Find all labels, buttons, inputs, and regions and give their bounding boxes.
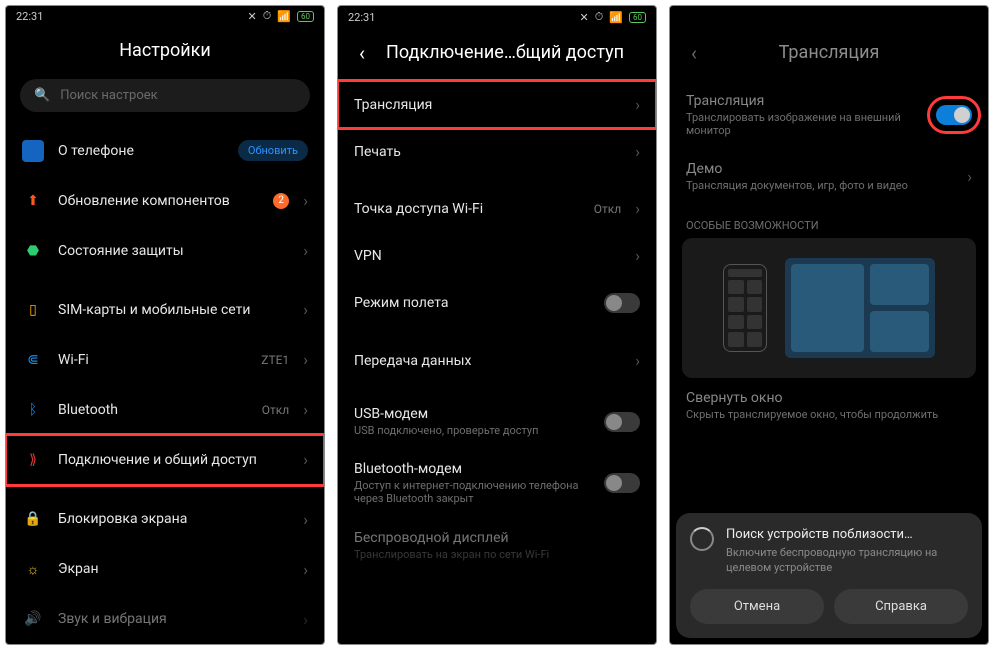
dnd-icon: ✕ [247,10,256,23]
alarm-icon: ⏱ [263,9,272,23]
page-title: Настройки [119,40,211,61]
header: Настройки [6,26,324,79]
illustration-screen-icon [785,258,935,358]
row-sim[interactable]: ▯ SIM-карты и мобильные сети › [6,285,324,335]
wifi-icon: ⋐ [22,349,44,371]
lock-icon: 🔒 [22,508,44,530]
chevron-right-icon: › [967,167,972,186]
row-demo[interactable]: Демо Трансляция документов, игр, фото и … [670,149,988,204]
bt-value: Откл [262,403,289,417]
row-minimize-window[interactable]: Свернуть окно Скрыть транслируемое окно,… [670,378,988,433]
row-print[interactable]: Печать › [338,128,656,175]
search-devices-dialog: Поиск устройств поблизости… Включите бес… [676,513,982,638]
row-wifi[interactable]: ⋐ Wi-Fi ZTE1 › [6,335,324,385]
screen-cast: ‹ Трансляция Трансляция Транслировать из… [669,5,989,645]
signal-icon: 📶 [609,11,623,24]
row-data-transfer[interactable]: Передача данных › [338,337,656,384]
chevron-right-icon: › [303,510,308,529]
chevron-right-icon: › [303,450,308,469]
header: ‹ Трансляция [670,28,988,81]
page-title: Подключение…бщий доступ [386,42,624,63]
screen-connection-sharing: 22:31 ✕ ⏱ 📶 60 ‹ Подключение…бщий доступ… [337,5,657,645]
hotspot-value: Откл [594,202,621,216]
row-wireless-display[interactable]: Беспроводной дисплей Транслировать на эк… [338,518,656,573]
chevron-right-icon: › [635,199,640,218]
search-placeholder: Поиск настроек [60,88,158,103]
battery-icon: 60 [629,12,646,23]
dialog-subtitle: Включите беспроводную трансляцию на целе… [726,546,968,575]
cast-illustration [682,238,976,378]
share-icon: ⟫ [22,449,44,471]
page-title: Трансляция [779,42,880,63]
shield-icon: ⬣ [22,240,44,262]
row-usb-modem[interactable]: USB-модем USB подключено, проверьте дост… [338,394,656,449]
alarm-icon: ⏱ [595,10,604,24]
search-icon: 🔍 [34,88,50,103]
illustration-phone-icon [723,264,767,352]
row-bt-modem[interactable]: Bluetooth-модем Доступ к интернет-подклю… [338,449,656,517]
row-cast-toggle[interactable]: Трансляция Транслировать изображение на … [670,81,988,149]
chevron-right-icon: › [303,610,308,629]
dialog-title: Поиск устройств поблизости… [726,527,968,542]
chevron-right-icon: › [635,95,640,114]
signal-icon: 📶 [277,10,291,23]
update-badge: 2 [273,193,289,209]
row-bluetooth[interactable]: ᛒ Bluetooth Откл › [6,385,324,435]
sim-icon: ▯ [22,299,44,321]
chevron-right-icon: › [303,241,308,260]
chevron-right-icon: › [635,351,640,370]
chevron-right-icon: › [635,246,640,265]
wifi-value: ZTE1 [261,353,289,367]
status-time: 22:31 [348,11,375,24]
status-bar: 22:31 ✕ ⏱ 📶 60 [6,6,324,26]
loading-spinner-icon [690,527,714,551]
airplane-toggle[interactable] [604,293,640,313]
phone-icon [22,140,44,162]
cast-toggle[interactable] [936,105,972,125]
bluetooth-icon: ᛒ [22,399,44,421]
chevron-right-icon: › [303,300,308,319]
back-button[interactable]: ‹ [684,43,704,63]
status-bar: 22:31 ✕ ⏱ 📶 60 [338,6,656,28]
row-security-status[interactable]: ⬣ Состояние защиты › [6,226,324,276]
back-button[interactable]: ‹ [352,43,372,63]
row-sound[interactable]: 🔊 Звук и вибрация › [6,594,324,644]
bt-modem-toggle[interactable] [604,473,640,493]
volume-icon: 🔊 [22,608,44,630]
row-component-updates[interactable]: ⬆ Обновление компонентов 2 › [6,176,324,226]
row-airplane-mode[interactable]: Режим полета [338,279,656,327]
chevron-right-icon: › [303,191,308,210]
battery-icon: 60 [297,11,314,22]
brightness-icon: ☼ [22,558,44,580]
update-pill[interactable]: Обновить [238,140,308,161]
chevron-right-icon: › [303,350,308,369]
search-input[interactable]: 🔍 Поиск настроек [20,79,310,112]
section-label: ОСОБЫЕ ВОЗМОЖНОСТИ [670,205,988,238]
chevron-right-icon: › [635,142,640,161]
row-about-phone[interactable]: О телефоне Обновить [6,126,324,176]
update-icon: ⬆ [22,190,44,212]
row-connection-sharing[interactable]: ⟫ Подключение и общий доступ › [6,435,324,485]
chevron-right-icon: › [303,400,308,419]
row-vpn[interactable]: VPN › [338,232,656,279]
usb-modem-toggle[interactable] [604,412,640,432]
chevron-right-icon: › [303,560,308,579]
row-hotspot[interactable]: Точка доступа Wi-Fi Откл › [338,185,656,232]
dnd-icon: ✕ [579,11,588,24]
row-lockscreen[interactable]: 🔒 Блокировка экрана › [6,494,324,544]
status-time: 22:31 [16,10,43,23]
screen-settings: 22:31 ✕ ⏱ 📶 60 Настройки 🔍 Поиск настрое… [5,5,325,645]
row-display[interactable]: ☼ Экран › [6,544,324,594]
row-cast[interactable]: Трансляция › [338,81,656,128]
header: ‹ Подключение…бщий доступ [338,28,656,81]
cancel-button[interactable]: Отмена [690,589,824,624]
help-button[interactable]: Справка [834,589,968,624]
